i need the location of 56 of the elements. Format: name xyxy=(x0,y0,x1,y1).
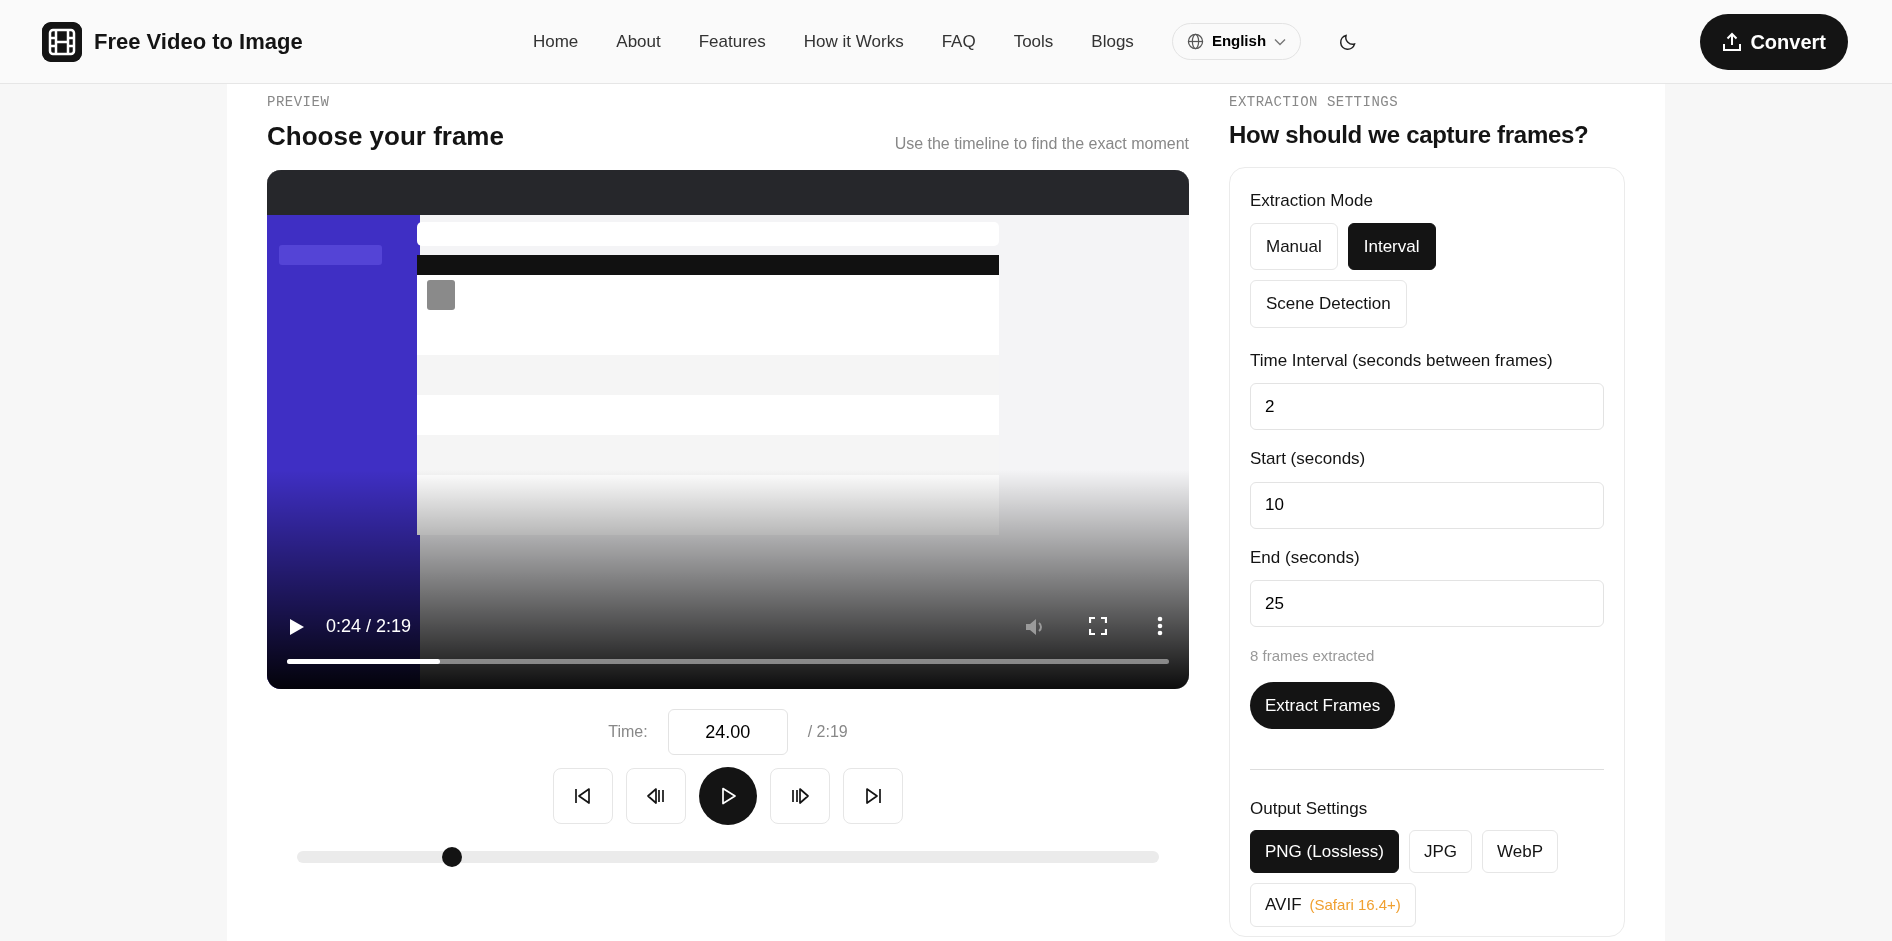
nav-link[interactable]: Home xyxy=(532,28,579,55)
control-button[interactable] xyxy=(770,768,830,824)
format-option[interactable]: WebP xyxy=(1482,829,1559,873)
control-button[interactable] xyxy=(553,768,613,824)
format-option[interactable]: AVIF (Safari 16.4+) xyxy=(1250,883,1416,927)
more-icon[interactable] xyxy=(1157,616,1163,636)
control-button[interactable] xyxy=(843,768,903,824)
globe-icon xyxy=(1186,33,1204,50)
field-label: Start (seconds) xyxy=(1250,448,1367,470)
mode-option[interactable]: Interval xyxy=(1347,222,1436,270)
extract-frames-button[interactable]: Extract Frames xyxy=(1250,681,1396,729)
progress-track[interactable] xyxy=(287,659,1169,664)
film-icon xyxy=(42,21,82,62)
nav-link[interactable]: FAQ xyxy=(941,28,976,55)
browser-note: (Safari 16.4+) xyxy=(1309,896,1401,913)
convert-button[interactable]: Convert xyxy=(1700,13,1848,70)
upload-icon xyxy=(1722,31,1743,52)
nav-link[interactable]: Tools xyxy=(1013,28,1054,55)
nav-link[interactable]: About xyxy=(616,28,661,55)
chevron-down-icon xyxy=(1274,37,1287,46)
step-back-icon xyxy=(646,786,666,806)
nav-link[interactable]: Features xyxy=(698,28,766,55)
skip-back-icon xyxy=(573,786,593,806)
skip-forward-icon xyxy=(863,786,883,806)
format-option[interactable]: JPG xyxy=(1409,829,1473,873)
brand-name: Free Video to Image xyxy=(94,28,303,56)
number-input[interactable]: 10 xyxy=(1250,481,1604,529)
nav-link[interactable]: Blogs xyxy=(1091,28,1134,55)
field-label: Time Interval (seconds between frames) xyxy=(1250,349,1554,372)
language-selector[interactable]: English xyxy=(1171,23,1302,60)
number-input[interactable]: 2 xyxy=(1250,383,1604,430)
mode-option[interactable]: Manual xyxy=(1250,222,1338,270)
fullscreen-icon[interactable] xyxy=(1089,617,1107,635)
time-input[interactable]: 24.00 xyxy=(667,709,788,755)
frames-count-text: 8 frames extracted xyxy=(1250,646,1376,666)
nav-link[interactable]: How it Works xyxy=(803,28,904,55)
moon-icon[interactable] xyxy=(1339,32,1358,51)
control-button[interactable] xyxy=(626,768,686,824)
video-time: 0:24 / 2:19 xyxy=(326,615,412,638)
play-button[interactable] xyxy=(699,767,757,825)
field-label: Extraction Mode xyxy=(1250,190,1374,212)
step-forward-icon xyxy=(790,786,810,806)
section-eyebrow: PREVIEW xyxy=(267,93,331,112)
hint-text: Use the timeline to find the exact moment xyxy=(894,134,1189,154)
section-title: Choose your frame xyxy=(267,120,504,153)
mode-option[interactable]: Scene Detection xyxy=(1250,280,1407,328)
duration-text: / 2:19 xyxy=(807,722,848,742)
format-option[interactable]: PNG (Lossless) xyxy=(1250,829,1400,873)
slider-thumb[interactable] xyxy=(442,847,463,867)
number-input[interactable]: 25 xyxy=(1250,580,1604,627)
play-icon[interactable] xyxy=(289,618,305,636)
section-title: How should we capture frames? xyxy=(1229,120,1590,150)
time-label: Time: xyxy=(608,722,648,742)
field-label: End (seconds) xyxy=(1250,546,1361,569)
section-eyebrow: EXTRACTION SETTINGS xyxy=(1229,93,1400,112)
field-label: Output Settings xyxy=(1250,798,1369,820)
